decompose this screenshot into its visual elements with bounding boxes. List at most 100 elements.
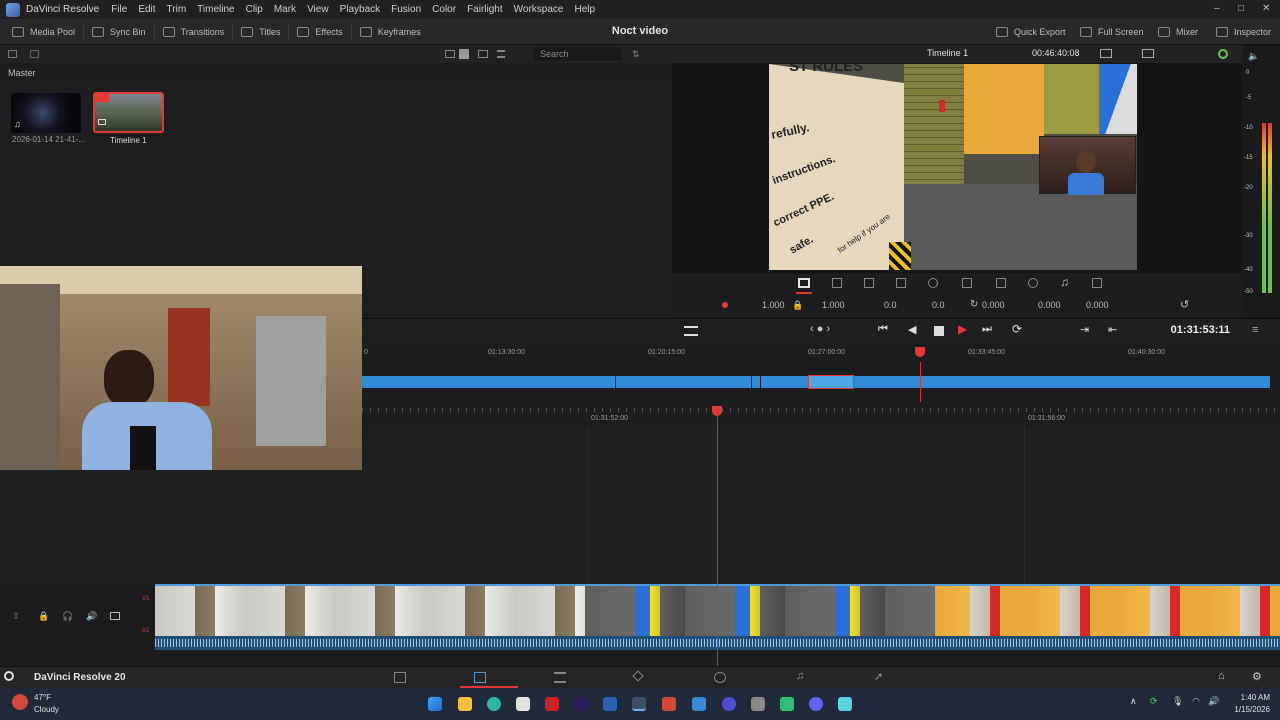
menu-clip[interactable]: Clip [246,4,263,15]
track-lock-icon[interactable]: 🔒 [38,611,49,622]
monitor-icon[interactable] [110,612,120,620]
mail-icon[interactable] [692,697,706,711]
position-y-value[interactable]: 0.0 [932,300,945,310]
edit-page-icon[interactable] [554,672,566,683]
clock-time[interactable]: 1:40 AM [1226,693,1270,702]
stabilize-icon[interactable] [1028,278,1038,288]
rotation-value[interactable]: 0.000 [982,300,1005,310]
volume-icon[interactable]: 🔊 [86,611,97,622]
wifi-icon[interactable]: ◠ [1192,696,1200,707]
lower-timeline-ruler[interactable]: 01:31:52:00 01:31:56:00 [362,402,1280,426]
upper-timeline-ruler[interactable]: 0 01:13:30:00 01:20:15:00 01:27:00:00 01… [362,344,1280,362]
menu-timeline[interactable]: Timeline [197,4,234,15]
color-scope-icon[interactable] [1218,49,1228,59]
audio-note-icon[interactable]: ♫ [1060,275,1069,289]
zoom-x-value[interactable]: 1.000 [762,300,785,310]
close-button[interactable]: ✕ [1262,3,1270,14]
minimize-button[interactable]: – [1214,3,1220,14]
menu-help[interactable]: Help [574,4,595,15]
tf-app-icon[interactable] [662,697,676,711]
play-reverse-icon[interactable]: ◀ [908,323,916,336]
cut-page-icon[interactable] [474,672,486,683]
track-move-icon[interactable]: ⇕ [12,611,20,622]
word-icon[interactable] [603,697,617,711]
davinci-taskbar-icon[interactable] [632,697,646,711]
timeline-options-icon[interactable] [684,326,698,336]
microphone-tray-icon[interactable]: 🎙 [1172,696,1183,707]
menu-view[interactable]: View [307,4,329,15]
fusion-page-icon[interactable] [632,670,644,682]
timeline-thumbnail[interactable] [93,92,164,133]
search-input[interactable]: Search [534,47,622,61]
video-clip-segment[interactable] [935,584,1280,636]
speaker-icon[interactable]: 🔈 [1248,51,1259,62]
menu-color[interactable]: Color [432,4,456,15]
jump-to-start-icon[interactable]: ⏮ [878,323,888,336]
tray-chevron-icon[interactable]: ∧ [1130,696,1137,707]
smart-reframe-icon[interactable] [962,278,972,288]
fairlight-page-icon[interactable]: ♫ [796,670,804,682]
annotation-icon[interactable] [928,278,938,288]
upper-playhead-handle[interactable] [915,347,925,357]
home-icon[interactable]: ⌂ [1218,670,1225,682]
menu-trim[interactable]: Trim [167,4,187,15]
discord-icon[interactable] [809,697,823,711]
visible-range-box[interactable] [808,375,854,389]
menu-workspace[interactable]: Workspace [514,4,564,15]
menu-fairlight[interactable]: Fairlight [467,4,503,15]
menu-icon[interactable]: ≡ [1252,324,1258,336]
headphones-icon[interactable]: 🎧 [62,611,73,622]
capcut-icon[interactable] [780,697,794,711]
panel-toggle-icon[interactable] [8,50,17,58]
deliver-page-icon[interactable]: ➚ [874,670,883,683]
media-page-icon[interactable] [394,672,406,683]
reset-icon[interactable]: ↺ [1180,298,1189,311]
mixer-button[interactable]: Mixer [1150,19,1206,45]
sync-tray-icon[interactable]: ⟳ [1150,696,1158,707]
metadata-view-icon[interactable] [497,50,505,58]
filmstrip-view-icon[interactable] [478,50,488,58]
record-keyframe-icon[interactable] [722,302,728,308]
position-x-value[interactable]: 0.0 [884,300,897,310]
share-icon[interactable] [1092,278,1102,288]
titles-button[interactable]: Titles [233,19,288,45]
calculator-icon[interactable] [751,697,765,711]
store-icon[interactable] [516,697,530,711]
sort-icon[interactable]: ⇅ [632,49,640,60]
skip-to-start-icon[interactable]: ‹ ● › [810,323,830,335]
viewer-frame[interactable]: ST RULES refully. instructions. correct … [769,64,1137,270]
clock-date[interactable]: 1/15/2026 [1216,705,1270,714]
quick-export-button[interactable]: Quick Export [988,19,1074,45]
viewer-size-icon[interactable] [1100,49,1112,58]
video-track-v1[interactable] [155,584,1280,636]
menu-file[interactable]: File [111,4,127,15]
settings-icon[interactable]: ⚙ [1252,670,1262,683]
next-edit-icon[interactable]: ⇥ [1080,323,1089,336]
stop-icon[interactable] [934,326,944,336]
keyframes-button[interactable]: Keyframes [352,19,429,45]
video-clip-segment[interactable] [155,584,585,636]
pitch-value[interactable]: 0.000 [1038,300,1061,310]
jump-to-end-icon[interactable]: ⏭ [982,323,992,336]
menu-edit[interactable]: Edit [138,4,155,15]
media-pool-button[interactable]: Media Pool [0,19,83,45]
browser-app-icon[interactable] [722,697,736,711]
menu-playback[interactable]: Playback [340,4,381,15]
mcafee-icon[interactable] [545,697,559,711]
crop-icon[interactable] [832,278,842,288]
menu-fusion[interactable]: Fusion [391,4,421,15]
sync-bin-button[interactable]: Sync Bin [84,19,154,45]
text-tool-icon[interactable] [996,278,1006,288]
start-icon[interactable] [428,697,442,711]
maximize-button[interactable]: □ [1238,3,1244,14]
premiere-icon[interactable] [574,697,588,711]
color-page-icon[interactable] [714,672,726,683]
viewer-mode-icon[interactable] [1142,49,1154,58]
zoom-y-value[interactable]: 1.000 [822,300,845,310]
viewer-timeline-name[interactable]: Timeline 1 [927,48,968,58]
video-clip-segment[interactable] [585,584,935,636]
yaw-value[interactable]: 0.000 [1086,300,1109,310]
dynamic-zoom-icon[interactable] [864,278,874,288]
file-explorer-icon[interactable] [458,697,472,711]
play-icon[interactable]: ▶ [958,322,967,336]
